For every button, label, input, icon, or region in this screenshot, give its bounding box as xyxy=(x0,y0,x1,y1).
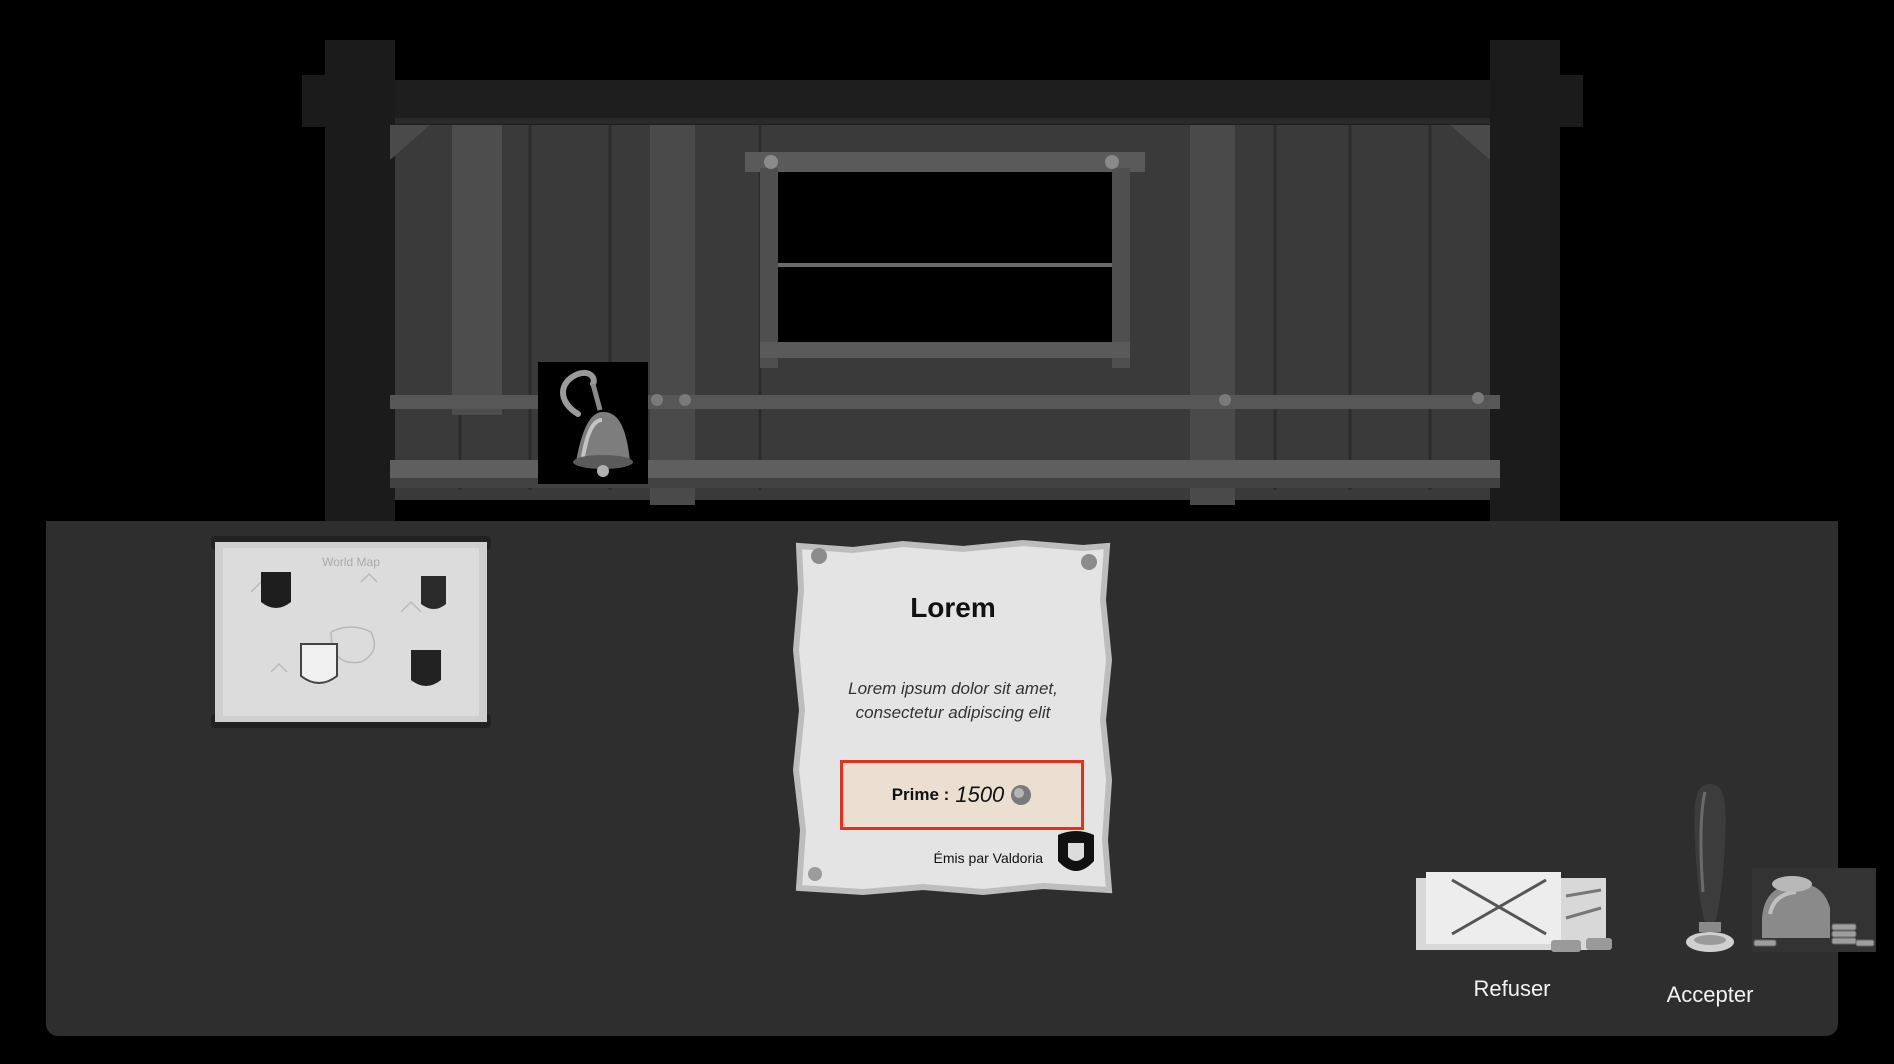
reward-label: Prime : xyxy=(891,785,950,804)
quest-description: Lorem ipsum dolor sit amet, consectetur … xyxy=(848,679,1058,722)
bell-icon[interactable] xyxy=(538,362,648,484)
accept-button[interactable]: Accepter xyxy=(1655,782,1765,1014)
quest-card: Lorem Lorem ipsum dolor sit amet, consec… xyxy=(793,540,1113,896)
gold-pile-icon xyxy=(1752,868,1876,952)
crest-icon xyxy=(1056,829,1096,879)
world-map-icon[interactable]: World Map xyxy=(211,532,491,732)
quest-title: Lorem xyxy=(910,592,996,623)
accept-label: Accepter xyxy=(1666,982,1754,1007)
coin-icon xyxy=(1010,784,1032,806)
wooden-stall xyxy=(290,40,1590,530)
refuse-button[interactable]: Refuser xyxy=(1416,868,1616,1010)
wax-stamp-icon xyxy=(1686,784,1734,952)
world-map-title: World Map xyxy=(322,555,380,569)
crossed-letter-icon xyxy=(1416,872,1612,952)
reward-value: 1500 xyxy=(955,782,1005,807)
reward-box: Prime : 1500 xyxy=(840,760,1084,830)
refuse-label: Refuser xyxy=(1473,976,1551,1001)
issuer-text: Émis par Valdoria xyxy=(933,850,1043,866)
